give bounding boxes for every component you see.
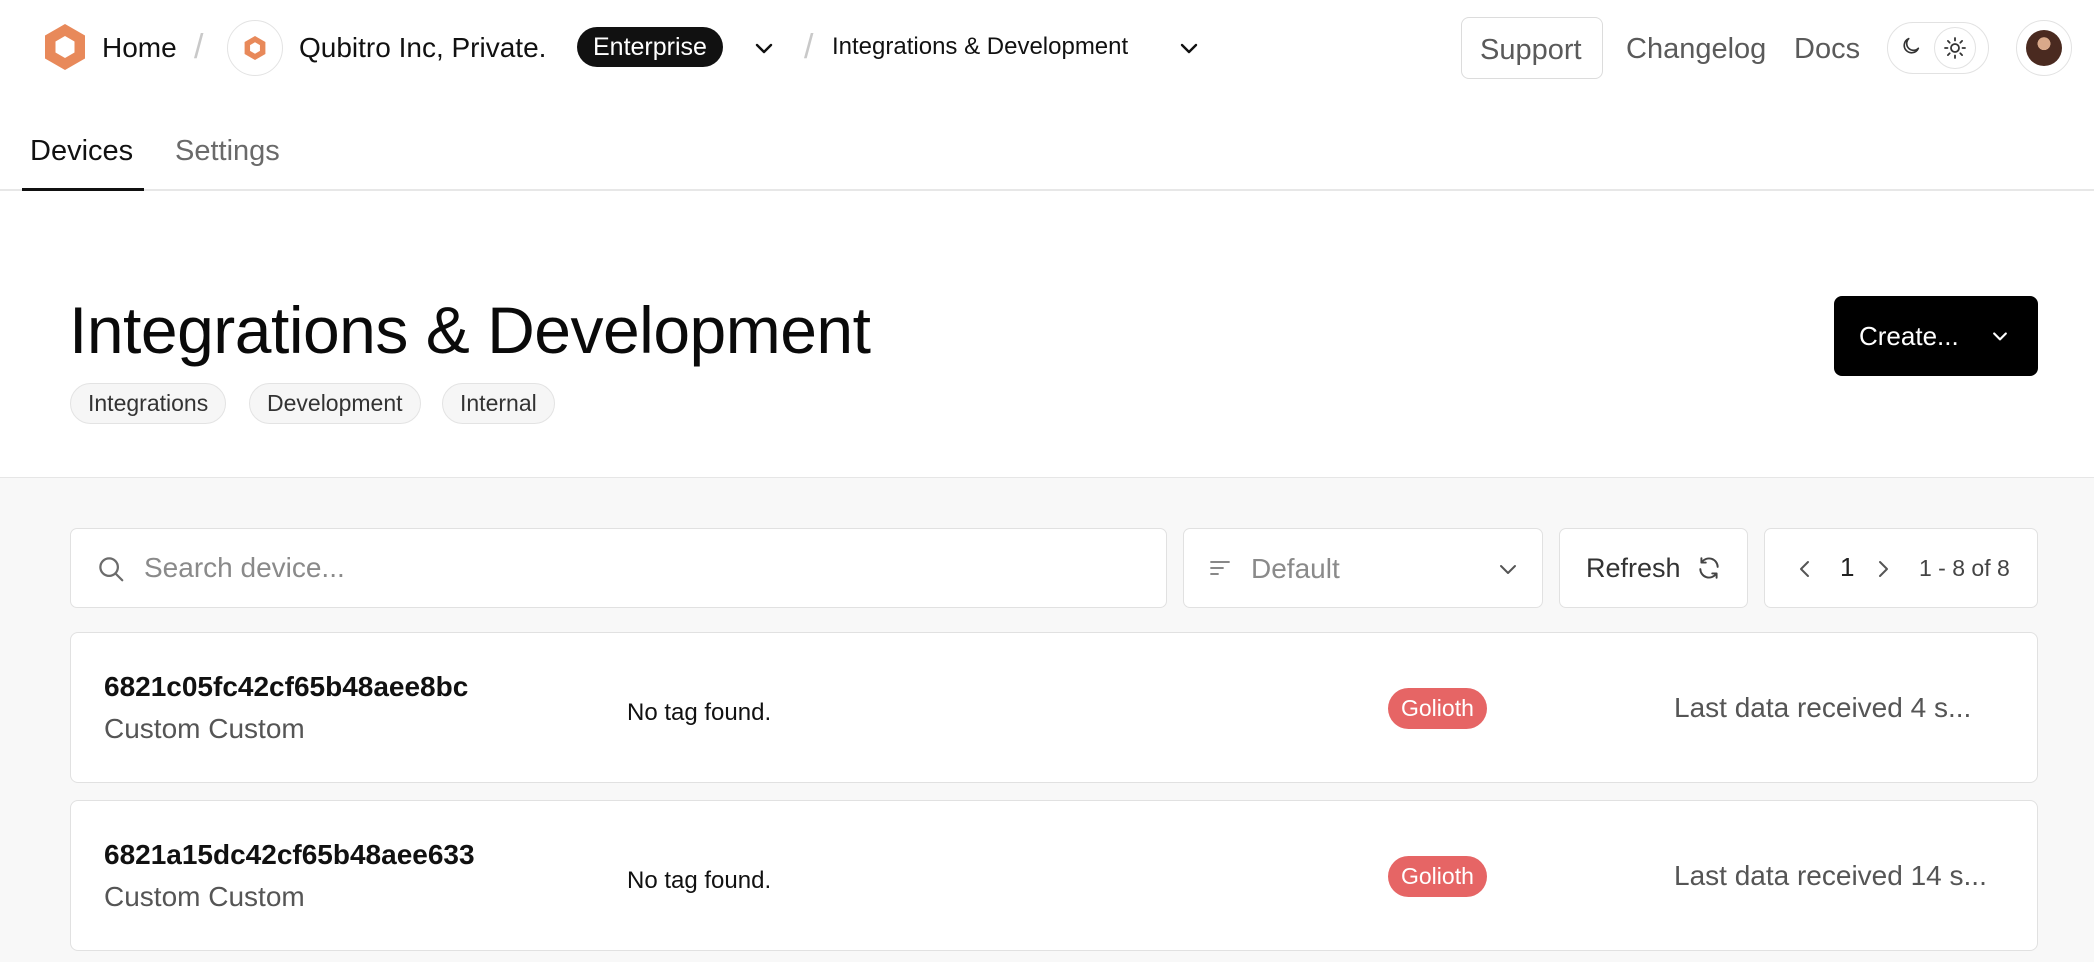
- device-type: Custom Custom: [104, 881, 305, 912]
- device-row[interactable]: 6821a15dc42cf65b48aee633 Custom Custom N…: [70, 800, 2038, 951]
- device-id: 6821c05fc42cf65b48aee8bc: [104, 671, 469, 702]
- theme-toggle[interactable]: [1887, 22, 1989, 74]
- search-icon: [96, 554, 126, 589]
- page-title: Integrations & Development: [69, 293, 871, 367]
- last-data-received: Last data received 14 s...: [1674, 860, 1987, 891]
- top-navigation: Home / Qubitro Inc, Private. Enterprise …: [0, 0, 2094, 95]
- device-type: Custom Custom: [104, 713, 305, 744]
- moon-icon[interactable]: [1900, 35, 1922, 62]
- sort-lines-icon: [1209, 558, 1231, 583]
- devices-content: Default Refresh 1 1 - 8 of 8 6821c05fc42…: [0, 478, 2094, 962]
- page-header: Integrations & Development Integrations …: [0, 191, 2094, 478]
- breadcrumb-separator: /: [804, 28, 814, 66]
- project-switcher-chevron-down-icon[interactable]: [1177, 36, 1201, 60]
- search-input[interactable]: [144, 529, 1124, 607]
- device-row[interactable]: 6821c05fc42cf65b48aee8bc Custom Custom N…: [70, 632, 2038, 783]
- refresh-icon: [1696, 555, 1722, 586]
- chevron-down-icon: [1990, 326, 2010, 346]
- device-tags: No tag found.: [627, 699, 772, 726]
- tab-settings[interactable]: Settings: [175, 137, 280, 166]
- project-name[interactable]: Integrations & Development: [832, 35, 1128, 59]
- chevron-right-icon[interactable]: [1871, 557, 1895, 586]
- create-button-label: Create...: [1859, 320, 1959, 351]
- integration-badge: Golioth: [1388, 688, 1487, 729]
- changelog-link[interactable]: Changelog: [1626, 35, 1766, 64]
- avatar: [2026, 30, 2062, 66]
- user-avatar-button[interactable]: [2016, 20, 2072, 76]
- page-range: 1 - 8 of 8: [1919, 555, 2010, 581]
- pagination: 1 1 - 8 of 8: [1764, 528, 2038, 608]
- breadcrumb-separator: /: [194, 28, 204, 66]
- chevron-left-icon[interactable]: [1793, 557, 1817, 586]
- org-avatar[interactable]: [227, 20, 283, 76]
- search-field[interactable]: [70, 528, 1167, 608]
- sort-select[interactable]: Default: [1183, 528, 1543, 608]
- org-switcher-chevron-down-icon[interactable]: [752, 36, 776, 60]
- tab-devices[interactable]: Devices: [30, 137, 133, 166]
- plan-badge: Enterprise: [577, 27, 723, 67]
- tab-bar: Devices Settings: [0, 95, 2094, 191]
- refresh-button[interactable]: Refresh: [1559, 528, 1748, 608]
- last-data-received: Last data received 4 s...: [1674, 692, 1972, 723]
- home-link[interactable]: Home: [102, 34, 177, 62]
- chevron-down-icon: [1496, 557, 1520, 586]
- create-button[interactable]: Create...: [1834, 296, 2038, 376]
- docs-link[interactable]: Docs: [1794, 35, 1860, 64]
- current-page: 1: [1840, 552, 1855, 582]
- integration-badge: Golioth: [1388, 856, 1487, 897]
- tag-chip[interactable]: Internal: [442, 383, 555, 424]
- device-id: 6821a15dc42cf65b48aee633: [104, 839, 475, 870]
- tag-chip[interactable]: Development: [249, 383, 421, 424]
- support-button[interactable]: Support: [1461, 17, 1603, 79]
- device-tags: No tag found.: [627, 867, 772, 894]
- sort-value: Default: [1251, 553, 1340, 584]
- tag-chip[interactable]: Integrations: [70, 383, 227, 424]
- support-label: Support: [1480, 34, 1582, 66]
- hexagon-logo-icon[interactable]: [42, 22, 88, 77]
- sun-icon[interactable]: [1934, 27, 1976, 69]
- hexagon-org-icon: [244, 36, 266, 60]
- org-name[interactable]: Qubitro Inc, Private.: [299, 34, 546, 62]
- refresh-label: Refresh: [1586, 553, 1681, 583]
